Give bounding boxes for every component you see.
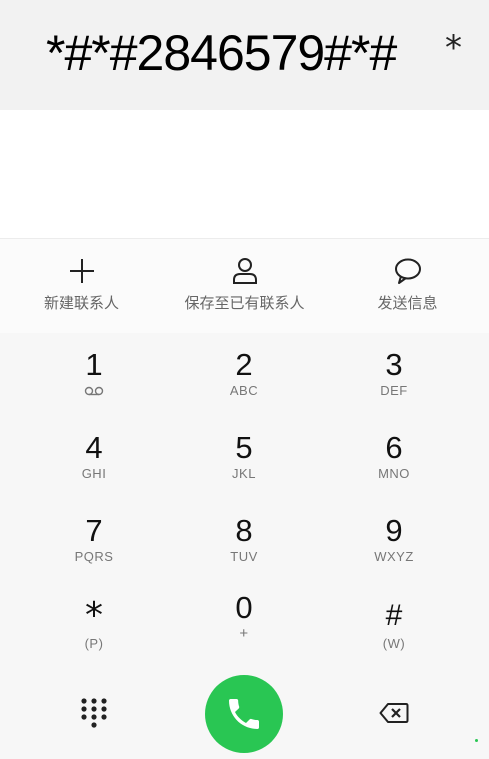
key-letters: WXYZ xyxy=(374,549,414,564)
send-message-label: 发送信息 xyxy=(377,294,438,312)
key-letters: (P) xyxy=(84,636,104,651)
dialpad-toggle-icon[interactable] xyxy=(80,698,108,728)
dialed-number[interactable]: *#*#2846579#*# xyxy=(46,23,397,83)
key-1[interactable]: 1 xyxy=(34,348,154,428)
key-letters: ABC xyxy=(229,383,259,398)
key-letters: TUV xyxy=(230,549,258,564)
key-digit: 3 xyxy=(385,347,403,382)
key-digit: 5 xyxy=(235,430,253,465)
key-5[interactable]: 5 JKL xyxy=(184,431,304,511)
key-9[interactable]: 9 WXYZ xyxy=(334,514,454,594)
key-digit: 7 xyxy=(85,513,103,548)
key-star[interactable]: * (P) xyxy=(34,597,154,677)
backspace-icon[interactable] xyxy=(379,702,409,724)
key-digit: 4 xyxy=(85,430,103,465)
key-letters: MNO xyxy=(378,466,410,481)
key-letters: PQRS xyxy=(74,549,114,564)
key-2[interactable]: 2 ABC xyxy=(184,348,304,428)
key-hash[interactable]: # (W) xyxy=(334,597,454,677)
message-bubble-icon xyxy=(394,258,421,284)
key-3[interactable]: 3 DEF xyxy=(334,348,454,428)
key-digit: 8 xyxy=(235,513,253,548)
key-7[interactable]: 7 PQRS xyxy=(34,514,154,594)
key-letters: DEF xyxy=(380,383,408,398)
voicemail-icon xyxy=(84,386,104,396)
key-letters: JKL xyxy=(232,466,256,481)
dialed-number-trailing: * xyxy=(445,28,462,68)
call-button[interactable] xyxy=(205,675,283,753)
key-digit: 1 xyxy=(85,347,103,382)
key-6[interactable]: 6 MNO xyxy=(334,431,454,511)
key-digit: 6 xyxy=(385,430,403,465)
key-digit: # xyxy=(385,599,403,632)
person-icon xyxy=(232,258,257,284)
key-digit: 9 xyxy=(385,513,403,548)
plus-icon xyxy=(69,259,94,283)
dial-number-bar[interactable]: *#*#2846579#*# * xyxy=(0,0,489,110)
phone-icon xyxy=(229,699,259,729)
key-letters: + xyxy=(239,625,249,642)
key-letters: GHI xyxy=(81,466,107,481)
key-4[interactable]: 4 GHI xyxy=(34,431,154,511)
key-digit: 0 xyxy=(235,590,253,625)
new-contact-label: 新建联系人 xyxy=(43,294,119,312)
key-letters: (W) xyxy=(382,636,406,651)
quick-actions-bar: 新建联系人 保存至已有联系人 发送信息 xyxy=(0,238,489,334)
empty-results-area xyxy=(0,110,489,238)
key-digit: * xyxy=(85,595,103,636)
key-digit: 2 xyxy=(235,347,253,382)
indicator-dot xyxy=(475,739,478,742)
send-message-button[interactable]: 发送信息 xyxy=(326,239,489,333)
key-0[interactable]: 0 + xyxy=(184,591,304,671)
save-to-existing-contact-label: 保存至已有联系人 xyxy=(184,294,305,312)
key-8[interactable]: 8 TUV xyxy=(184,514,304,594)
new-contact-button[interactable]: 新建联系人 xyxy=(0,239,163,333)
save-to-existing-contact-button[interactable]: 保存至已有联系人 xyxy=(163,239,326,333)
